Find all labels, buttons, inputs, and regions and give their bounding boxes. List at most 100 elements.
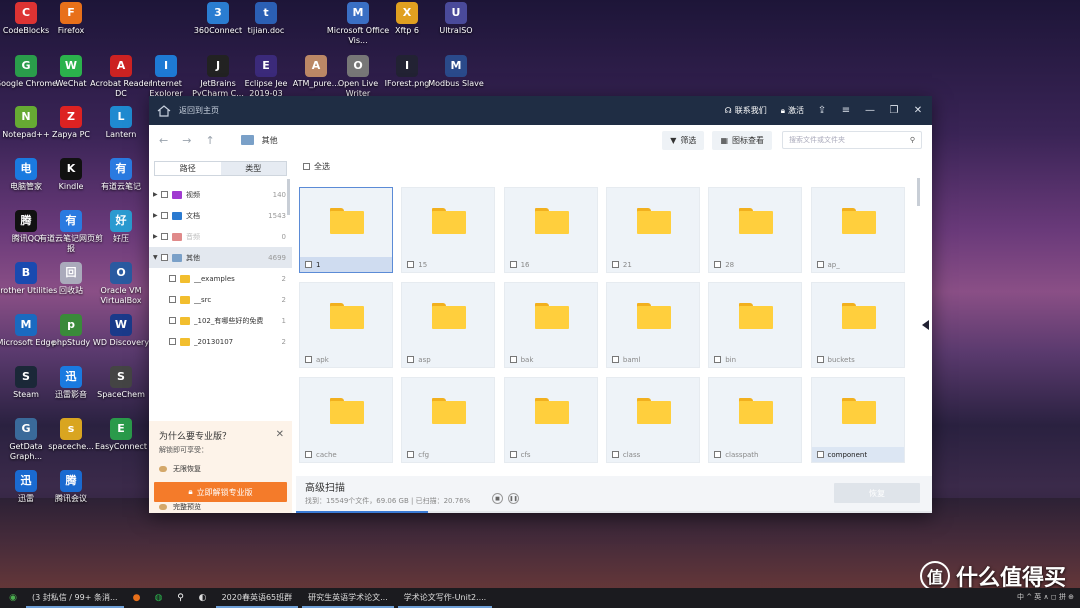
checkbox[interactable] [611, 261, 619, 268]
checkbox[interactable] [714, 261, 722, 268]
desktop-icon[interactable]: 有有道云笔记 [89, 158, 153, 192]
select-all-checkbox[interactable]: 全选 [303, 161, 330, 172]
checkbox[interactable] [169, 296, 176, 303]
folder-card[interactable]: 21 [605, 187, 700, 273]
checkbox[interactable] [305, 261, 312, 268]
desktop-icon[interactable]: 腾腾讯会议 [39, 470, 103, 504]
filter-button[interactable]: ▼ 筛选 [662, 130, 705, 150]
folder-card[interactable]: component [810, 377, 905, 463]
folder-card[interactable]: classpath [708, 377, 803, 463]
checkbox[interactable] [509, 356, 517, 363]
checkbox[interactable] [509, 261, 517, 268]
folder-card[interactable]: apk [299, 282, 393, 368]
tree-item[interactable]: ▶ 视频 140 [149, 184, 292, 205]
search-taskbar-icon[interactable]: ⚲ [172, 591, 190, 605]
desktop-icon[interactable]: M Modbus Slave [424, 55, 488, 89]
up-arrow-icon[interactable]: ↑ [205, 134, 214, 147]
restore-button[interactable]: 恢复 [834, 483, 920, 503]
tree-subitem[interactable]: __src 2 [149, 289, 292, 310]
tree-subitem[interactable]: __examples 2 [149, 268, 292, 289]
checkbox[interactable] [816, 451, 824, 458]
search-icon[interactable]: ⚲ [910, 136, 915, 144]
checkbox[interactable] [714, 356, 722, 363]
contact-us-button[interactable]: ☊ 联系我们 [725, 105, 767, 116]
checkbox[interactable] [816, 261, 824, 268]
desktop-icon[interactable]: L Lantern [89, 106, 153, 140]
promo-close-icon[interactable]: ✕ [276, 429, 284, 440]
checkbox[interactable] [161, 191, 168, 198]
chrome-taskbar-icon[interactable]: ◉ [4, 591, 22, 605]
folder-card[interactable]: 28 [708, 187, 803, 273]
minimize-icon[interactable]: — [864, 105, 876, 117]
desktop-icon[interactable]: t tijian.doc [234, 2, 298, 36]
folder-card[interactable]: 16 [503, 187, 598, 273]
folder-card[interactable]: 1 [299, 187, 393, 273]
back-arrow-icon[interactable]: ← [159, 134, 168, 147]
checkbox[interactable] [611, 356, 619, 363]
activate-button[interactable]: 🔒︎ 激活 [781, 105, 804, 116]
checkbox[interactable] [169, 338, 176, 345]
tree-subitem[interactable]: _20130107 2 [149, 331, 292, 352]
checkbox[interactable] [303, 163, 310, 170]
folder-card[interactable]: bin [708, 282, 803, 368]
taskbar-window-1[interactable]: (3 封私信 / 99+ 条消... [26, 588, 124, 608]
system-tray[interactable]: 中 ^ 英 ∧ ◻ 拼 ⊕ [1017, 592, 1074, 602]
folder-card[interactable]: cache [299, 377, 393, 463]
forward-arrow-icon[interactable]: → [182, 134, 191, 147]
checkbox[interactable] [407, 356, 415, 363]
expand-right-icon[interactable]: ▶ [153, 212, 161, 219]
folder-card[interactable]: class [605, 377, 700, 463]
expand-down-icon[interactable]: ▼ [153, 254, 161, 261]
folder-card[interactable]: asp [401, 282, 496, 368]
close-icon[interactable]: ✕ [912, 105, 924, 117]
desktop-icon[interactable]: O Oracle VM VirtualBox [89, 262, 153, 306]
folder-card[interactable]: bak [503, 282, 598, 368]
checkbox[interactable] [161, 233, 168, 240]
search-input[interactable]: 搜索文件或文件夹 ⚲ [782, 131, 922, 149]
desktop-icon[interactable]: 好好压 [89, 210, 153, 244]
tree-item[interactable]: ▼ 其他 4699 [149, 247, 292, 268]
menu-icon[interactable]: ≡ [840, 105, 852, 117]
folder-card[interactable]: baml [605, 282, 700, 368]
checkbox[interactable] [161, 212, 168, 219]
grid-scrollbar[interactable] [917, 178, 920, 206]
folder-card[interactable]: cfg [401, 377, 496, 463]
taskbar-window-2[interactable]: 2020春英语65班群 [215, 588, 299, 608]
sidebar-scrollbar[interactable] [287, 179, 290, 215]
desktop-icon[interactable]: W WD Discovery [89, 314, 153, 348]
checkbox[interactable] [407, 451, 415, 458]
folder-card[interactable]: buckets [810, 282, 905, 368]
checkbox[interactable] [161, 254, 168, 261]
collapse-arrow-icon[interactable] [922, 320, 929, 330]
share-icon[interactable]: ⇪ [816, 105, 828, 117]
expand-right-icon[interactable]: ▶ [153, 233, 161, 240]
desktop-icon[interactable]: S SpaceChem [89, 366, 153, 400]
restore-icon[interactable]: ❐ [888, 105, 900, 117]
checkbox[interactable] [816, 356, 824, 363]
folder-card[interactable]: 15 [401, 187, 496, 273]
checkbox[interactable] [305, 356, 312, 363]
desktop-icon[interactable]: E EasyConnect [89, 418, 153, 452]
unlock-pro-button[interactable]: 🔒︎ 立即解锁专业版 [154, 482, 287, 502]
checkbox[interactable] [407, 261, 415, 268]
pause-scan-icon[interactable]: ■ [492, 493, 503, 504]
taskbar-window-4[interactable]: 学术论文写作-Unit2.... [397, 588, 493, 608]
desktop-icon[interactable]: F Firefox [39, 2, 103, 36]
expand-right-icon[interactable]: ▶ [153, 191, 161, 198]
tree-item[interactable]: ▶ 文档 1543 [149, 205, 292, 226]
checkbox[interactable] [169, 317, 176, 324]
checkbox[interactable] [611, 451, 619, 458]
checkbox[interactable] [169, 275, 176, 282]
stop-scan-icon[interactable]: ❚❚ [508, 493, 519, 504]
home-icon[interactable] [157, 104, 171, 117]
wechat-taskbar-icon[interactable]: ◍ [150, 591, 168, 605]
folder-card[interactable]: cfs [503, 377, 598, 463]
desktop-icon[interactable]: U UltraISO [424, 2, 488, 36]
tree-item[interactable]: ▶ 音频 0 [149, 226, 292, 247]
folder-card[interactable]: ap_ [810, 187, 905, 273]
tab-type[interactable]: 类型 [220, 162, 286, 175]
view-mode-button[interactable]: ▦ 图标查看 [712, 130, 772, 150]
taskbar-window-3[interactable]: 研究生英语学术论文... [302, 588, 394, 608]
checkbox[interactable] [509, 451, 517, 458]
qq-taskbar-icon[interactable]: ◐ [194, 591, 212, 605]
